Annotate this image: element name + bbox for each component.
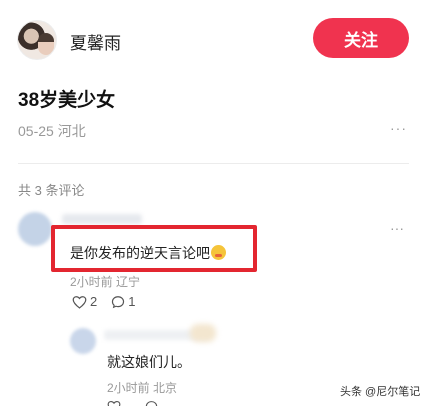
comment-more-button[interactable]: ··· (390, 220, 404, 236)
comment-icon (112, 295, 125, 308)
post-meta: 05-25 河北 (18, 121, 86, 141)
reply-text: 就这娘们儿。 (107, 354, 191, 370)
comment-time: 2小时前 (70, 275, 113, 289)
reply-actions (107, 400, 158, 406)
comment-location: 辽宁 (116, 275, 141, 289)
divider (18, 163, 409, 164)
commenter-avatar[interactable] (18, 212, 52, 246)
post-more-button[interactable]: ··· (390, 120, 407, 136)
watermark: 头条 @尼尔笔记 (340, 386, 421, 398)
heart-icon[interactable] (107, 400, 121, 406)
comment-meta: 2小时前 辽宁 (70, 273, 140, 290)
heart-icon (72, 295, 87, 309)
comment-text: 是你发布的逆天言论吧 (70, 243, 226, 263)
like-button[interactable]: 2 (72, 294, 97, 309)
reply-time: 2小时前 (107, 381, 150, 395)
follow-button[interactable]: 关注 (313, 18, 409, 58)
post-header: 夏馨雨 关注 (0, 0, 429, 78)
reply-meta: 2小时前 北京 (107, 379, 177, 396)
author-avatar[interactable] (17, 20, 57, 60)
replier-avatar[interactable] (70, 328, 96, 354)
reply-button[interactable]: 1 (111, 294, 135, 309)
commenter-name-blurred (62, 214, 142, 224)
comment-text-content: 是你发布的逆天言论吧 (70, 245, 210, 261)
comment-actions: 2 1 (72, 294, 135, 309)
post-location: 河北 (57, 123, 86, 139)
post-title: 38岁美少女 (18, 90, 116, 111)
like-count: 2 (90, 294, 98, 309)
author-name[interactable]: 夏馨雨 (70, 29, 121, 54)
comment-count: 共 3 条评论 (18, 183, 85, 198)
emoji-icon (211, 245, 226, 260)
post-date: 05-25 (18, 123, 54, 139)
reply-location: 北京 (153, 381, 178, 395)
replier-badge-blurred (190, 324, 216, 342)
comment-icon[interactable] (145, 400, 158, 406)
reply-count: 1 (128, 294, 136, 309)
